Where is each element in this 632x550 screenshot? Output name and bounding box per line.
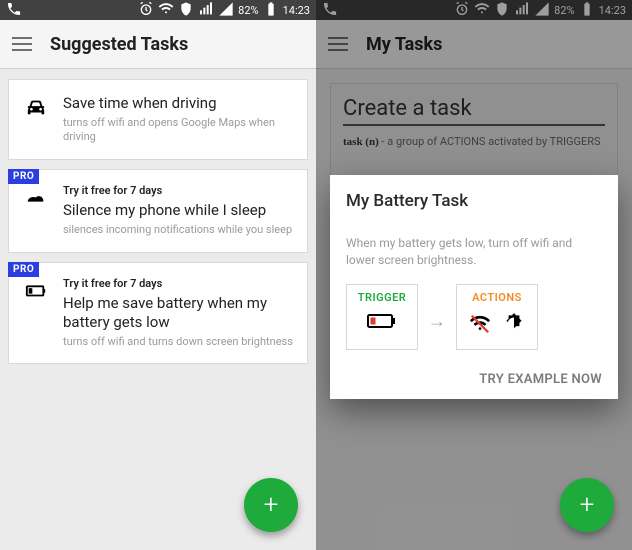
defn-rest: - a group of ACTIONS activated by TRIGGE… (379, 135, 601, 148)
app-bar: My Tasks (316, 20, 632, 69)
task-body: Save time when driving turns off wifi an… (63, 94, 293, 145)
app-bar: Suggested Tasks (0, 20, 316, 69)
task-card-sleep[interactable]: PRO Zzz Try it free for 7 days Silence m… (8, 169, 308, 252)
defn-bold: task (n) (343, 136, 379, 148)
arrow-icon: → (428, 311, 446, 332)
plus-icon: + (264, 490, 279, 520)
task-subtitle: turns off wifi and turns down screen bri… (63, 335, 293, 350)
task-body: Try it free for 7 days Silence my phone … (63, 184, 293, 237)
battery-percent: 82% (554, 4, 574, 17)
actions-box[interactable]: ACTIONS (456, 284, 538, 350)
fab-add[interactable]: + (560, 478, 614, 532)
location-icon (178, 1, 194, 20)
trigger-actions-row: TRIGGER → ACTIONS (346, 284, 602, 350)
wifi-off-icon (467, 313, 493, 339)
task-body: Try it free for 7 days Help me save batt… (63, 277, 293, 350)
create-heading: Create a task (343, 96, 605, 126)
signal2-icon (218, 1, 234, 20)
status-right: 82% 14:23 (138, 1, 310, 20)
page-title: My Tasks (366, 34, 442, 55)
battery-low-icon (367, 311, 397, 335)
svg-text:Zzz: Zzz (34, 191, 42, 196)
try-label: Try it free for 7 days (63, 277, 293, 290)
task-definition: task (n) - a group of ACTIONS activated … (343, 134, 605, 150)
battery-icon (263, 1, 279, 20)
wifi-icon (474, 1, 490, 20)
signal-icon (198, 1, 214, 20)
brightness-icon (501, 311, 527, 341)
page-title: Suggested Tasks (50, 34, 188, 55)
status-bar: 82% 14:23 (0, 0, 316, 20)
task-subtitle: turns off wifi and opens Google Maps whe… (63, 116, 293, 146)
actions-icons (467, 311, 527, 341)
actions-label: ACTIONS (472, 291, 522, 304)
status-left (322, 1, 338, 20)
task-list: Save time when driving turns off wifi an… (0, 69, 316, 374)
car-icon (23, 94, 49, 118)
alarm-icon (138, 1, 154, 20)
task-card-battery[interactable]: PRO Try it free for 7 days Help me save … (8, 262, 308, 365)
menu-icon[interactable] (328, 37, 348, 51)
location-icon (494, 1, 510, 20)
sleep-icon: Zzz (23, 184, 49, 208)
fab-add[interactable]: + (244, 478, 298, 532)
try-label: Try it free for 7 days (63, 184, 293, 197)
pro-badge: PRO (8, 262, 39, 277)
screen-mytasks: 82% 14:23 My Tasks Create a task task (n… (316, 0, 632, 550)
phone-icon (322, 1, 338, 20)
pro-badge: PRO (8, 169, 39, 184)
task-card-driving[interactable]: Save time when driving turns off wifi an… (8, 79, 308, 160)
phone-icon (6, 1, 22, 20)
wifi-icon (158, 1, 174, 20)
task-title: Help me save battery when my battery get… (63, 294, 293, 333)
plus-icon: + (580, 490, 595, 520)
trigger-box[interactable]: TRIGGER (346, 284, 418, 350)
battery-task-dialog: My Battery Task When my battery gets low… (330, 175, 618, 399)
status-left (6, 1, 22, 20)
dialog-title: My Battery Task (346, 191, 602, 211)
battery-percent: 82% (238, 4, 258, 17)
try-example-button[interactable]: TRY EXAMPLE NOW (346, 372, 602, 387)
clock-text: 14:23 (283, 4, 310, 17)
status-bar: 82% 14:23 (316, 0, 632, 20)
task-title: Silence my phone while I sleep (63, 201, 293, 221)
task-subtitle: silences incoming notifications while yo… (63, 223, 293, 238)
menu-icon[interactable] (12, 37, 32, 51)
dialog-description: When my battery gets low, turn off wifi … (346, 235, 602, 270)
signal2-icon (534, 1, 550, 20)
task-title: Save time when driving (63, 94, 293, 114)
trigger-icons (367, 311, 397, 335)
battery-icon (579, 1, 595, 20)
trigger-label: TRIGGER (358, 291, 407, 304)
status-right: 82% 14:23 (454, 1, 626, 20)
screen-suggested: 82% 14:23 Suggested Tasks Save time when… (0, 0, 316, 550)
battery-low-icon (23, 277, 49, 301)
alarm-icon (454, 1, 470, 20)
clock-text: 14:23 (599, 4, 626, 17)
signal-icon (514, 1, 530, 20)
